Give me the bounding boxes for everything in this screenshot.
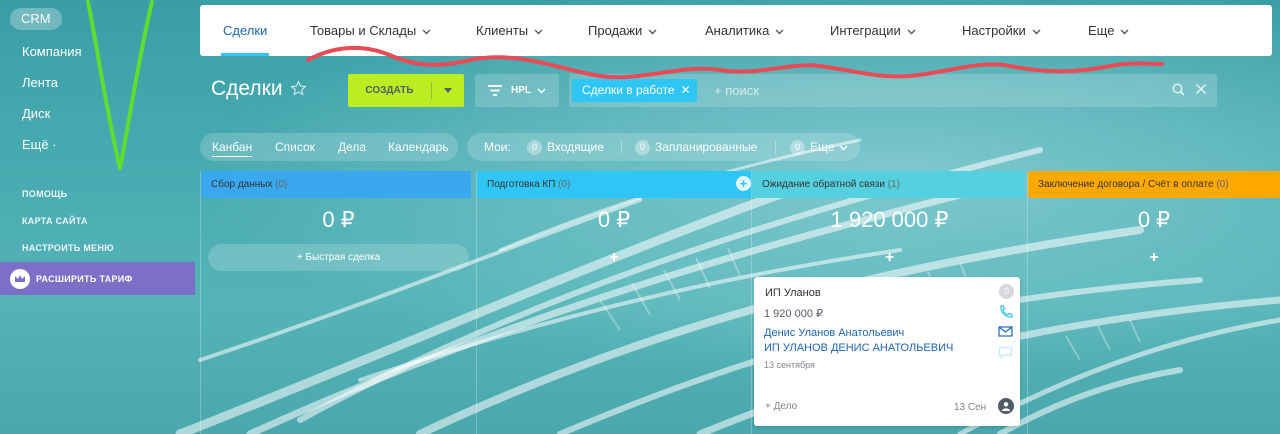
annotation-overlay [86, 0, 1164, 170]
green-check-annotation [86, 0, 154, 170]
red-underline-annotation [306, 45, 1164, 80]
